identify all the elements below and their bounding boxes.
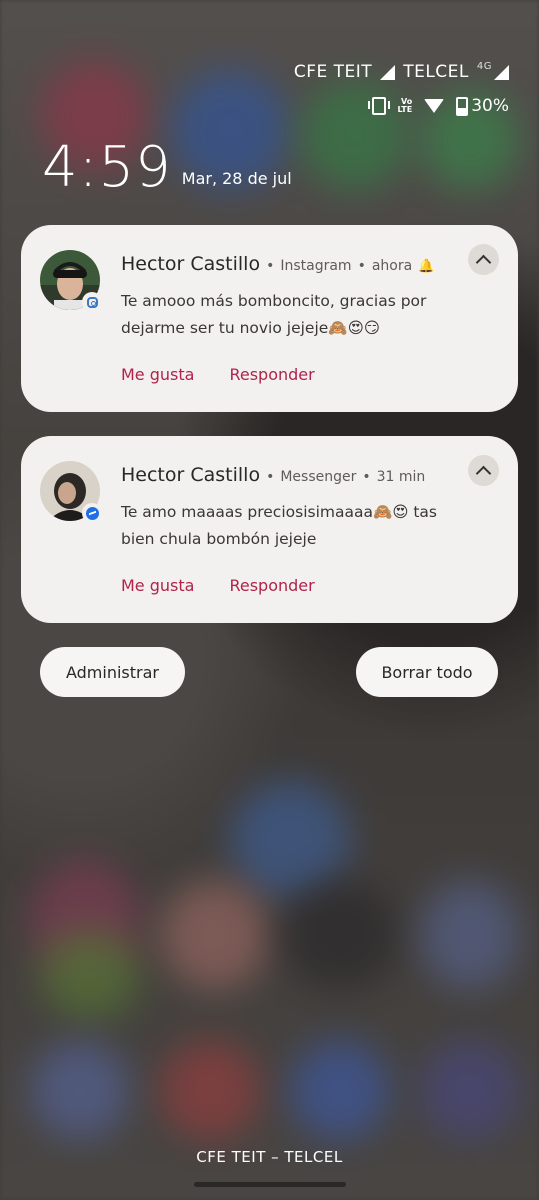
- instagram-badge: [82, 292, 102, 312]
- separator-dot: •: [362, 469, 371, 485]
- notification-time: ahora: [371, 258, 413, 274]
- like-button[interactable]: Me gusta: [121, 576, 194, 595]
- clock-date: Mar, 28 de jul: [181, 169, 292, 188]
- vibrate-icon: [367, 97, 390, 115]
- manage-button[interactable]: Administrar: [40, 647, 185, 697]
- like-button[interactable]: Me gusta: [121, 365, 194, 384]
- notification-sender: Hector Castillo: [121, 253, 261, 275]
- notification-time: 31 min: [376, 469, 426, 485]
- separator-dot: •: [266, 469, 275, 485]
- notification-app: Instagram: [280, 258, 352, 274]
- wifi-icon: [424, 99, 445, 113]
- clock: 4:59 Mar, 28 de jul: [42, 140, 292, 196]
- notification-sender: Hector Castillo: [121, 464, 261, 486]
- notification-message: Te amo maaaas preciosisimaaaa🙈😍 tas bien…: [121, 503, 438, 548]
- chevron-up-icon: [475, 465, 492, 481]
- status-bar: CFE TEIT TELCEL 4G Vo LTE 30%: [293, 60, 509, 116]
- signal-icon: [380, 64, 396, 80]
- chevron-up-icon: [475, 254, 492, 270]
- notification-card[interactable]: Hector Castillo • Messenger • 31 min Te …: [21, 436, 518, 623]
- network-type: 4G: [476, 60, 492, 72]
- messenger-badge: [82, 503, 102, 523]
- carrier-2-label: TELCEL: [403, 62, 469, 82]
- volte-icon: Vo LTE: [397, 97, 413, 114]
- notification-message: Te amooo más bomboncito, gracias por dej…: [121, 292, 427, 337]
- battery-indicator: 30%: [456, 96, 509, 116]
- gesture-nav-bar[interactable]: [194, 1182, 346, 1187]
- clock-time: 4:59: [42, 135, 172, 200]
- signal-icon: [494, 64, 509, 80]
- carrier-1-label: CFE TEIT: [293, 62, 373, 82]
- alerting-bell-icon: 🔔: [418, 259, 435, 274]
- instagram-icon: [86, 296, 98, 308]
- collapse-button[interactable]: [468, 244, 499, 275]
- reply-button[interactable]: Responder: [229, 365, 314, 384]
- messenger-icon: [85, 506, 99, 520]
- battery-icon: [456, 96, 469, 116]
- separator-dot: •: [266, 258, 275, 274]
- clear-all-button[interactable]: Borrar todo: [356, 647, 498, 697]
- separator-dot: •: [357, 258, 366, 274]
- notification-card[interactable]: Hector Castillo • Instagram • ahora 🔔 Te…: [21, 225, 518, 412]
- battery-percent: 30%: [471, 96, 509, 116]
- notification-app: Messenger: [280, 469, 357, 485]
- carrier-footer: CFE TEIT – TELCEL: [196, 1148, 343, 1166]
- reply-button[interactable]: Responder: [229, 576, 314, 595]
- collapse-button[interactable]: [468, 455, 499, 486]
